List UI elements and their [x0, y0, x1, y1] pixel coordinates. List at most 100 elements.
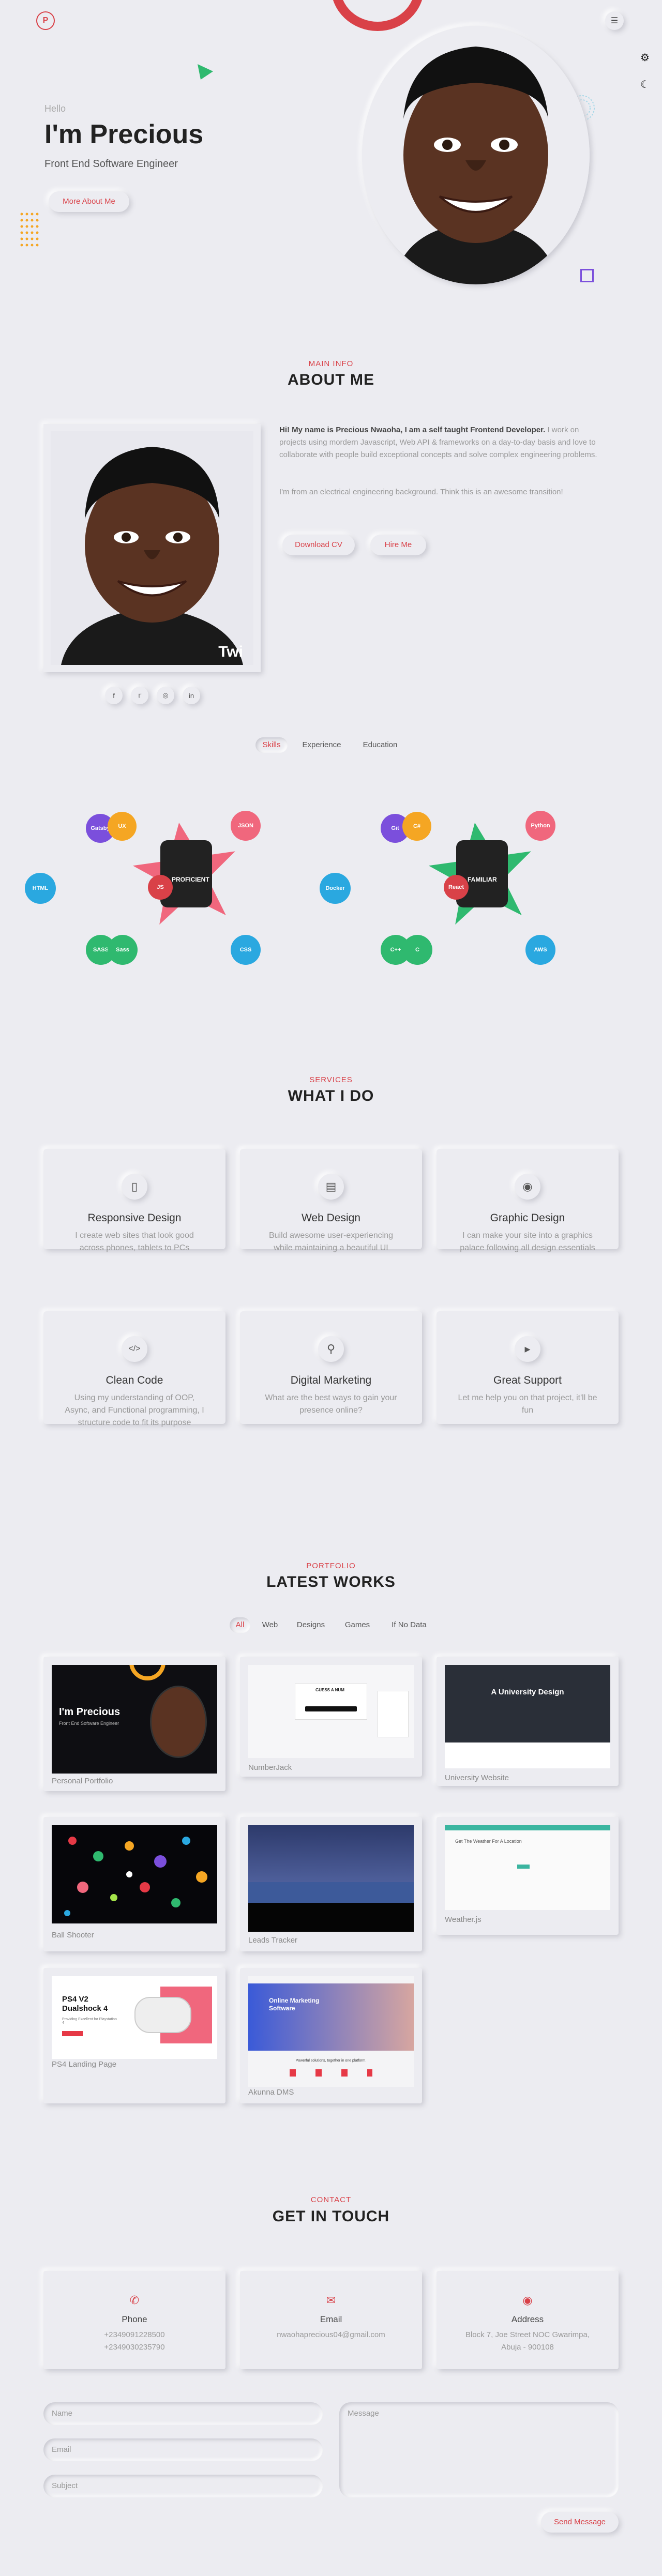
desktop-icon: ▤: [318, 1174, 344, 1200]
message-field[interactable]: Message: [339, 2402, 619, 2497]
email-field[interactable]: Email: [43, 2438, 323, 2461]
work-card-leads-tracker[interactable]: Leads Tracker: [240, 1817, 422, 1951]
menu-button[interactable]: ☰: [605, 11, 624, 30]
code-icon: </>: [122, 1336, 147, 1362]
filter-web[interactable]: Web: [259, 1617, 281, 1633]
work-thumbnail: Online Marketing Software Powerful solut…: [248, 1976, 414, 2087]
instagram-link[interactable]: ◎: [157, 687, 174, 704]
service-title: Graphic Design: [490, 1212, 565, 1224]
logo[interactable]: P: [36, 11, 55, 30]
service-card-graphic-design: ◉ Graphic Design I can make your site in…: [437, 1149, 619, 1252]
service-text: I can make your site into a graphics pal…: [460, 1231, 595, 1252]
thumb-bar: [305, 1706, 357, 1711]
work-label: PS4 Landing Page: [52, 2060, 117, 2069]
services-title: WHAT I DO: [288, 1087, 374, 1104]
more-about-me-button[interactable]: More About Me: [49, 191, 129, 212]
tab-skills[interactable]: Skills: [255, 737, 288, 753]
thumb-hero: [248, 1983, 414, 2051]
thumb-panel: [378, 1691, 409, 1737]
thumb-subtitle: Providing Excellent for Playstation 4: [62, 2018, 117, 2025]
work-label: Personal Portfolio: [52, 1777, 113, 1785]
theme-toggle-button[interactable]: ☾: [638, 78, 652, 91]
thumb-button: [517, 1865, 530, 1869]
work-card-numberjack[interactable]: GUESS A NUM NumberJack: [240, 1657, 422, 1777]
tab-experience[interactable]: Experience: [296, 737, 348, 753]
hero-avatar-frame: [362, 26, 590, 284]
thumb-title: A University Design: [491, 1688, 564, 1696]
familiar-badge: React: [444, 875, 469, 900]
work-card-personal-portfolio[interactable]: I'm Precious Front End Software Engineer…: [43, 1657, 225, 1791]
thumb-cta: [62, 2031, 83, 2036]
settings-button[interactable]: ⚙: [638, 51, 652, 64]
facebook-link[interactable]: f: [105, 687, 123, 704]
subject-field[interactable]: Subject: [43, 2475, 323, 2497]
top-red-ring: [331, 0, 424, 31]
photo-badge: Twi: [218, 643, 243, 660]
location-icon: ◉: [522, 2294, 533, 2307]
filter-designs[interactable]: Designs: [293, 1617, 329, 1633]
send-message-button[interactable]: Send Message: [541, 2512, 619, 2533]
work-label: Ball Shooter: [52, 1931, 94, 1939]
service-title: Great Support: [493, 1374, 562, 1386]
contact-value[interactable]: +2349091228500 +2349030235790: [43, 2329, 225, 2354]
twitter-link[interactable]: 𝕣: [131, 687, 148, 704]
work-card-ball-shooter[interactable]: Ball Shooter: [43, 1817, 225, 1951]
portfolio-title: LATEST WORKS: [266, 1573, 396, 1590]
green-triangle-decoration: [198, 64, 213, 80]
skill-bubble-docker: Docker: [320, 873, 351, 904]
contact-card-address: ◉ Address Block 7, Joe Street NOC Gwarim…: [437, 2271, 619, 2369]
thumb-icons: [290, 2069, 372, 2077]
hero-role: Front End Software Engineer: [44, 158, 178, 170]
moon-icon: ☾: [640, 79, 650, 90]
work-thumbnail: Get The Weather For A Location: [445, 1825, 610, 1910]
work-card-weather[interactable]: Get The Weather For A Location Weather.j…: [437, 1817, 619, 1935]
work-thumbnail: A University Design: [445, 1665, 610, 1768]
work-label: University Website: [445, 1774, 509, 1782]
services-subtitle: SERVICES: [309, 1075, 353, 1084]
mobile-icon: ▯: [122, 1174, 147, 1200]
about-photo: [51, 431, 253, 665]
service-title: Digital Marketing: [290, 1374, 372, 1386]
linkedin-icon: in: [188, 691, 194, 700]
service-text: Build awesome user-experiencing while ma…: [268, 1231, 394, 1252]
hire-me-button[interactable]: Hire Me: [370, 535, 426, 555]
contact-title-text: Phone: [122, 2314, 147, 2324]
skill-bubble-aws: AWS: [525, 935, 555, 965]
name-field[interactable]: Name: [43, 2402, 323, 2425]
contact-title-text: Email: [320, 2314, 342, 2324]
filter-if-no-data[interactable]: If No Data: [386, 1617, 432, 1633]
thumb-ground: [248, 1903, 414, 1932]
service-title: Responsive Design: [87, 1212, 182, 1224]
skill-bubble-python: Python: [525, 811, 555, 841]
service-card-clean-code: </> Clean Code Using my understanding of…: [43, 1311, 225, 1427]
service-title: Clean Code: [106, 1374, 163, 1386]
work-label: Leads Tracker: [248, 1936, 298, 1945]
phone-icon: ✆: [129, 2294, 140, 2307]
dots-decoration: [20, 213, 39, 247]
filter-games[interactable]: Games: [340, 1617, 374, 1633]
thumb-subtitle: Front End Software Engineer: [59, 1721, 119, 1726]
search-icon: ⚲: [318, 1336, 344, 1362]
filter-all[interactable]: All: [230, 1617, 250, 1633]
work-card-akunna[interactable]: Online Marketing Software Powerful solut…: [240, 1968, 422, 2103]
tab-education[interactable]: Education: [357, 737, 403, 753]
work-label: NumberJack: [248, 1763, 292, 1772]
work-card-university[interactable]: A University Design University Website: [437, 1657, 619, 1786]
linkedin-link[interactable]: in: [183, 687, 200, 704]
contact-subtitle: CONTACT: [310, 2195, 352, 2204]
skill-bubble-c: C: [402, 935, 432, 965]
thumb-header: [445, 1825, 610, 1830]
about-photo-card: Twi: [43, 424, 261, 672]
about-title: ABOUT ME: [288, 371, 374, 388]
thumb-title: PS4 V2 Dualshock 4: [62, 1995, 108, 2013]
service-text: Using my understanding of OOP, Async, an…: [65, 1393, 204, 1427]
hero-avatar: [362, 26, 590, 284]
work-card-ps4[interactable]: PS4 V2 Dualshock 4 Providing Excellent f…: [43, 1968, 225, 2103]
hero-name: I'm Precious: [44, 119, 204, 149]
skill-bubble-csharp: C#: [402, 812, 431, 841]
thumb-subtitle: Powerful solutions, together in one plat…: [295, 2059, 367, 2063]
download-cv-button[interactable]: Download CV: [282, 535, 355, 555]
thumb-title: GUESS A NUM: [315, 1688, 344, 1692]
contact-value[interactable]: nwaohaprecious04@gmail.com: [240, 2329, 422, 2341]
proficient-jacket: [160, 840, 212, 907]
